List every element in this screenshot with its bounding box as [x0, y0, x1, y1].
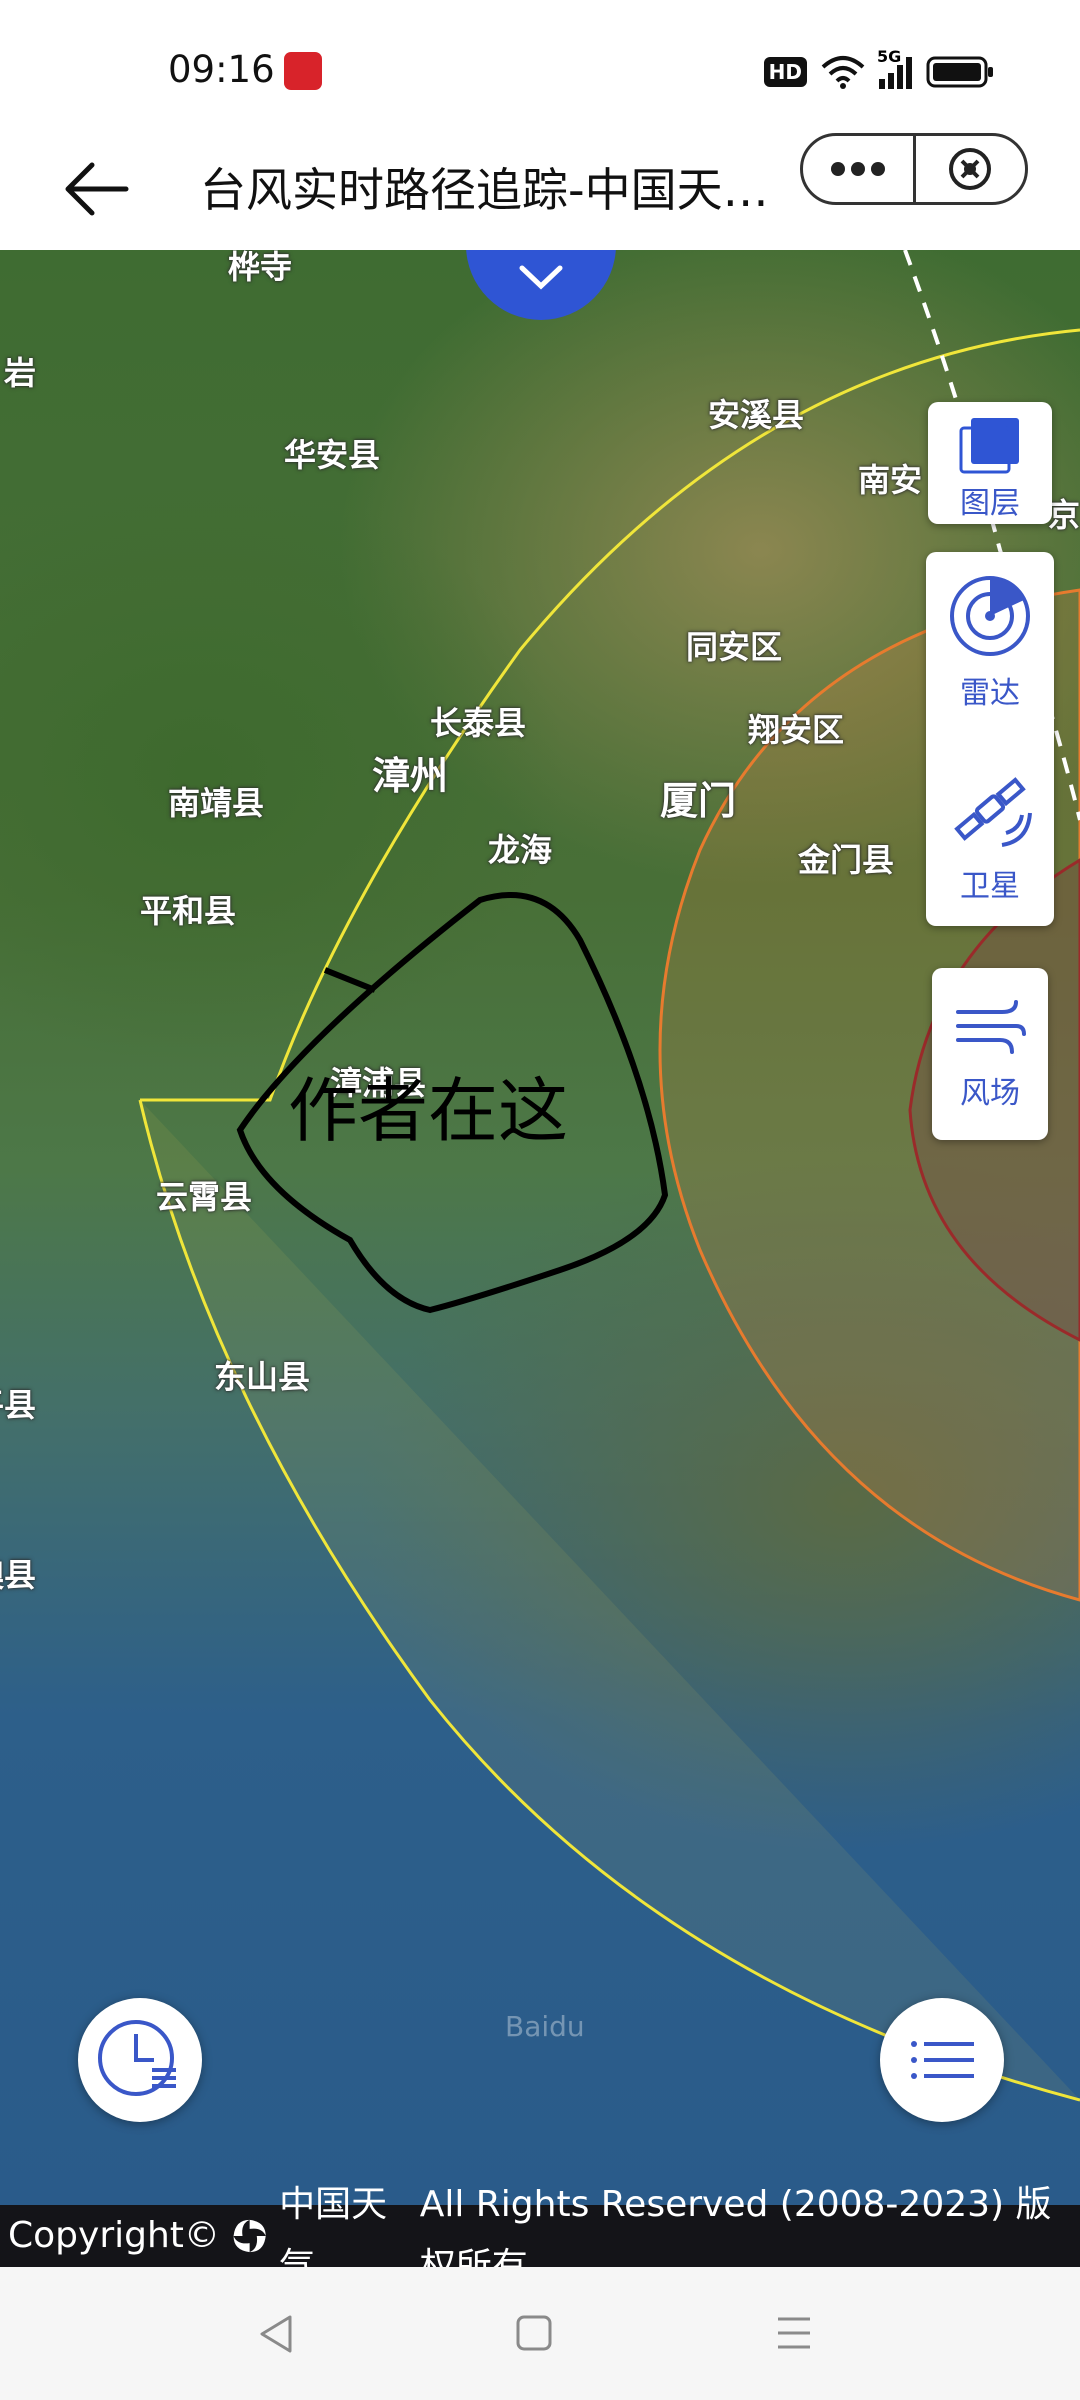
signal-icon: 5G [877, 47, 912, 89]
map-label: 平和县 [140, 892, 237, 930]
close-circle-icon [949, 148, 992, 190]
back-arrow-icon [65, 162, 129, 216]
nav-home-icon[interactable] [514, 2313, 554, 2353]
tool-panel: 雷达 卫星 [926, 552, 1054, 926]
status-icons: HD 5G [763, 47, 994, 92]
nav-back-icon[interactable] [256, 2313, 296, 2355]
list-button[interactable] [880, 1998, 1004, 2122]
map-label: 同安区 [686, 628, 783, 666]
map-label: 翔安区 [748, 711, 845, 749]
map-label: 澳县 [0, 1556, 37, 1594]
copyright-footer: Copyright© 中国天气 All Rights Reserved (200… [0, 2184, 1080, 2287]
map-overlay [138, 250, 1080, 2102]
map-label: 云霄县 [156, 1178, 253, 1216]
more-button[interactable] [803, 136, 913, 202]
satellite-icon [954, 777, 1032, 847]
map-label: 京 [1048, 496, 1080, 534]
copyright-prefix: Copyright© [8, 2215, 220, 2256]
status-time: 09:16 [168, 48, 275, 91]
map-label: 华安县 [284, 436, 381, 474]
map-label: 岩 [4, 354, 37, 392]
clock-list-icon [98, 2020, 176, 2096]
map-label: 南靖县 [168, 784, 265, 822]
system-navigation-bar [0, 2267, 1080, 2400]
wind-button[interactable]: 风场 [932, 968, 1048, 1140]
network-type-label: 5G [877, 47, 902, 66]
layers-button[interactable]: 图层 [928, 402, 1052, 524]
map-label: 厦门 [660, 779, 737, 823]
history-button[interactable] [78, 1998, 202, 2122]
map-label: 桦寺 [228, 250, 293, 286]
map-label: 安溪县 [708, 396, 805, 434]
app-notification-icon [284, 52, 322, 90]
map-label: 南安 [858, 461, 923, 499]
map-label: 长泰县 [430, 704, 527, 742]
typhoon-map[interactable]: 桦寺 岩 华安县 安溪县 南安 京 同安区 长泰县 翔安区 漳州 厦门 南靖县 … [0, 250, 1080, 2205]
map-watermark: Baidu [505, 2010, 585, 2043]
map-label: 漳州 [372, 754, 449, 798]
weather-logo-icon [233, 2219, 266, 2253]
hd-icon: HD [763, 57, 807, 87]
nav-bar: 台风实时路径追踪-中国天… [0, 130, 1080, 250]
map-label: 东山县 [214, 1358, 311, 1396]
radar-icon [950, 576, 1030, 656]
status-bar: 09:16 HD 5G [0, 0, 1080, 130]
map-label: 龙海 [488, 831, 553, 869]
close-button[interactable] [916, 136, 1026, 202]
battery-icon [926, 56, 993, 88]
satellite-button[interactable]: 卫星 [926, 767, 1054, 905]
radar-label: 雷达 [960, 676, 1020, 711]
handwritten-annotation: 作者在这 [288, 1070, 568, 1152]
back-button[interactable] [62, 154, 132, 224]
wind-icon [956, 1000, 1026, 1054]
page-title: 台风实时路径追踪-中国天… [200, 163, 769, 217]
map-label: 平县 [0, 1386, 37, 1424]
layers-label: 图层 [960, 486, 1020, 521]
wifi-icon [821, 56, 865, 89]
wind-label: 风场 [960, 1076, 1020, 1111]
nav-menu-icon[interactable] [774, 2315, 814, 2351]
satellite-label: 卫星 [960, 869, 1020, 904]
map-label: 金门县 [798, 841, 895, 879]
layers-icon [959, 418, 1019, 474]
more-dots-icon [830, 162, 885, 176]
radar-button[interactable]: 雷达 [926, 574, 1054, 712]
mini-program-capsule [800, 133, 1028, 205]
chevron-down-icon [519, 265, 563, 290]
list-icon [911, 2041, 974, 2079]
